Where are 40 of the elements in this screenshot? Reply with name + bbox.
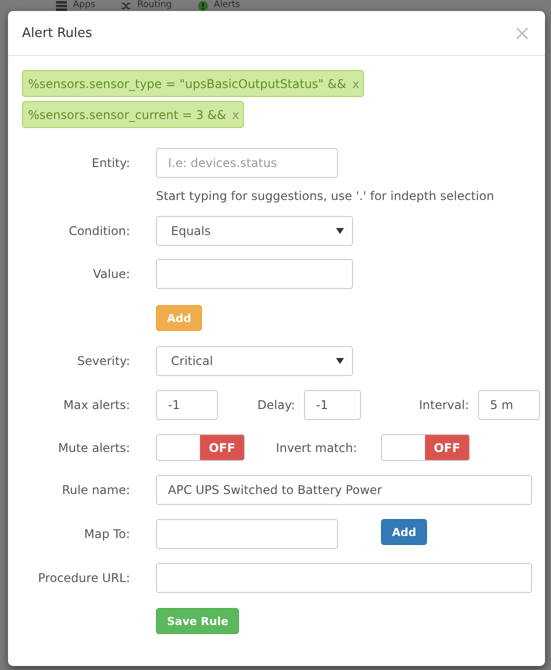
field-label: Severity: bbox=[76, 354, 130, 368]
value-field[interactable] bbox=[156, 259, 353, 289]
nav-link[interactable]: Alerts bbox=[214, 0, 240, 11]
procedure-url-field[interactable] bbox=[156, 563, 532, 593]
tag-remove-button[interactable]: x bbox=[232, 108, 240, 122]
field-label: Rule name: bbox=[60, 483, 130, 497]
field-label: Invert match: bbox=[274, 440, 357, 454]
entity-field[interactable]: I.e: devices.status bbox=[156, 148, 338, 178]
save-rule-button[interactable]: Save Rule bbox=[156, 608, 240, 634]
field-label: Interval: bbox=[418, 398, 469, 412]
field-label: Condition: bbox=[68, 224, 130, 238]
field-label: Delay: bbox=[256, 398, 295, 412]
field-label: Procedure URL: bbox=[37, 571, 130, 585]
field-label: Value: bbox=[92, 267, 130, 281]
alert-icon bbox=[198, 0, 208, 10]
field-label: Map To: bbox=[83, 527, 130, 541]
map-to-field[interactable] bbox=[156, 519, 338, 549]
severity-select[interactable]: Critical bbox=[156, 346, 353, 376]
condition-select[interactable]: Equals bbox=[156, 216, 353, 246]
routing-icon bbox=[121, 0, 132, 10]
dialog-title: Alert Rules bbox=[22, 26, 92, 40]
nav-link[interactable]: Routing bbox=[137, 0, 172, 11]
field-label: Max alerts: bbox=[62, 398, 130, 412]
field-label: Entity: bbox=[90, 156, 130, 170]
tag-remove-button[interactable]: x bbox=[352, 76, 360, 90]
caret-icon bbox=[336, 228, 344, 234]
number-field[interactable]: -1 bbox=[304, 390, 361, 420]
caret-icon bbox=[336, 358, 344, 364]
server-icon bbox=[56, 0, 67, 10]
field-label: Mute alerts: bbox=[57, 440, 130, 454]
toggle-switch[interactable]: OFF bbox=[381, 434, 470, 461]
nav-link[interactable]: Apps bbox=[73, 0, 96, 11]
number-field[interactable]: -1 bbox=[156, 390, 218, 420]
add-button[interactable]: Add bbox=[381, 519, 428, 545]
tag-text: %sensors.sensor_current = 3 && bbox=[28, 108, 226, 122]
hint-text: Start typing for suggestions, use '.' for indepth selection bbox=[156, 189, 494, 203]
tag-text: %sensors.sensor_type = "upsBasicOutputStatus" && bbox=[28, 76, 346, 90]
number-field[interactable]: 5 m bbox=[478, 390, 540, 420]
toggle-switch[interactable]: OFF bbox=[156, 434, 245, 461]
rule-name-field[interactable]: APC UPS Switched to Battery Power bbox=[156, 475, 532, 505]
